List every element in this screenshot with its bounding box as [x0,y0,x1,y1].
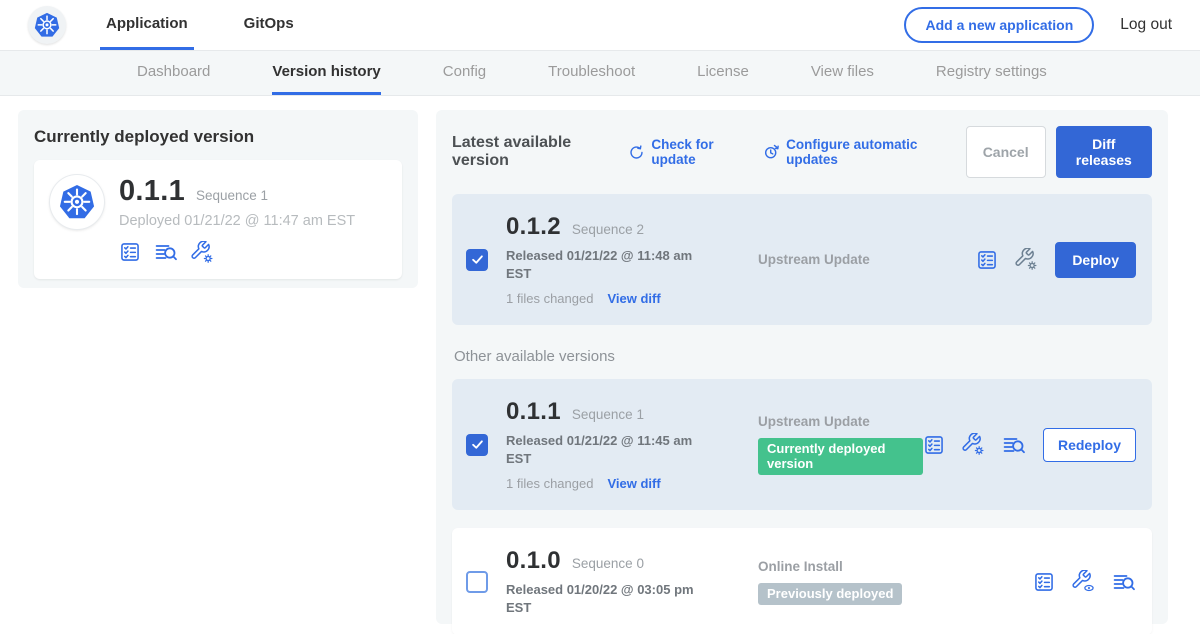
version-checkbox[interactable] [466,249,488,271]
kubernetes-logo-icon [28,6,66,44]
preflight-checks-icon[interactable] [119,241,141,263]
deployed-timestamp: Deployed 01/21/22 @ 11:47 am EST [119,213,355,229]
auto-update-clock-icon [762,143,780,161]
top-nav-right: Add a new application Log out [904,0,1200,50]
configure-automatic-updates-link[interactable]: Configure automatic updates [762,137,952,167]
version-sequence: Sequence 1 [572,407,644,422]
diff-releases-button[interactable]: Diff releases [1056,126,1152,178]
subnav-config[interactable]: Config [443,51,486,95]
released-timestamp: Released 01/20/22 @ 03:05 pm EST [506,581,706,616]
subnav-dashboard[interactable]: Dashboard [137,51,210,95]
deployed-version-number: 0.1.1 [119,175,185,208]
redeploy-button[interactable]: Redeploy [1043,428,1136,462]
add-new-application-button[interactable]: Add a new application [904,7,1094,43]
tab-application[interactable]: Application [100,0,194,50]
logout-link[interactable]: Log out [1120,16,1172,34]
version-info: 0.1.0 Sequence 0 Released 01/20/22 @ 03:… [506,547,758,616]
refresh-icon [628,144,645,161]
previously-deployed-badge: Previously deployed [758,583,902,605]
app-logo-icon [50,175,104,229]
top-nav: Application GitOps Add a new application… [0,0,1200,50]
currently-deployed-title: Currently deployed version [34,127,402,147]
latest-available-title: Latest available version [452,134,614,170]
other-available-versions-title: Other available versions [454,348,1152,365]
subnav-registry-settings[interactable]: Registry settings [936,51,1047,95]
version-number: 0.1.0 [506,547,561,575]
preflight-checks-icon[interactable] [976,249,998,271]
currently-deployed-panel: Currently deployed version 0.1.1 Sequenc… [18,110,418,288]
version-history-panel: Latest available version Check for updat… [436,110,1168,624]
released-timestamp: Released 01/21/22 @ 11:48 am EST [506,247,706,282]
app-sub-nav: Dashboard Version history Config Trouble… [0,50,1200,96]
subnav-troubleshoot[interactable]: Troubleshoot [548,51,635,95]
tab-gitops[interactable]: GitOps [238,0,300,50]
version-sequence: Sequence 2 [572,222,644,237]
edit-config-icon[interactable] [962,433,985,456]
currently-deployed-badge: Currently deployed version [758,438,923,475]
updates-header: Latest available version Check for updat… [452,126,1152,178]
deployed-sequence: Sequence 1 [196,188,268,203]
preflight-checks-icon[interactable] [923,434,945,456]
deploy-logs-icon[interactable] [1112,570,1136,594]
edit-config-icon[interactable] [191,241,214,264]
view-diff-link[interactable]: View diff [607,476,660,491]
version-source: Upstream Update [758,414,870,429]
subnav-view-files[interactable]: View files [811,51,874,95]
edit-config-icon[interactable] [1015,248,1038,271]
version-info: 0.1.1 Sequence 1 Released 01/21/22 @ 11:… [506,398,758,491]
version-sequence: Sequence 0 [572,556,644,571]
version-row-0-1-2: 0.1.2 Sequence 2 Released 01/21/22 @ 11:… [452,194,1152,325]
preflight-checks-icon[interactable] [1033,571,1055,593]
deploy-button[interactable]: Deploy [1055,242,1136,278]
version-row-0-1-1: 0.1.1 Sequence 1 Released 01/21/22 @ 11:… [452,379,1152,510]
subnav-version-history[interactable]: Version history [272,51,380,95]
files-changed: 1 files changed [506,291,593,306]
view-config-icon[interactable] [1072,570,1095,593]
deploy-logs-icon[interactable] [1002,433,1026,457]
version-row-0-1-0: 0.1.0 Sequence 0 Released 01/20/22 @ 03:… [452,528,1152,634]
deployed-version-info: 0.1.1 Sequence 1 Deployed 01/21/22 @ 11:… [119,175,355,264]
version-checkbox[interactable] [466,571,488,593]
subnav-license[interactable]: License [697,51,749,95]
version-number: 0.1.2 [506,213,561,241]
version-source: Online Install [758,559,843,574]
check-for-update-link[interactable]: Check for update [628,137,748,167]
version-source: Upstream Update [758,252,870,267]
deploy-logs-icon[interactable] [154,240,178,264]
currently-deployed-card: 0.1.1 Sequence 1 Deployed 01/21/22 @ 11:… [34,160,402,279]
version-checkbox[interactable] [466,434,488,456]
files-changed: 1 files changed [506,476,593,491]
view-diff-link[interactable]: View diff [607,291,660,306]
cancel-button[interactable]: Cancel [966,126,1046,178]
version-number: 0.1.1 [506,398,561,426]
top-nav-tabs: Application GitOps [100,0,300,50]
released-timestamp: Released 01/21/22 @ 11:45 am EST [506,432,706,467]
kots-admin-console: Application GitOps Add a new application… [0,0,1200,634]
version-info: 0.1.2 Sequence 2 Released 01/21/22 @ 11:… [506,213,758,306]
